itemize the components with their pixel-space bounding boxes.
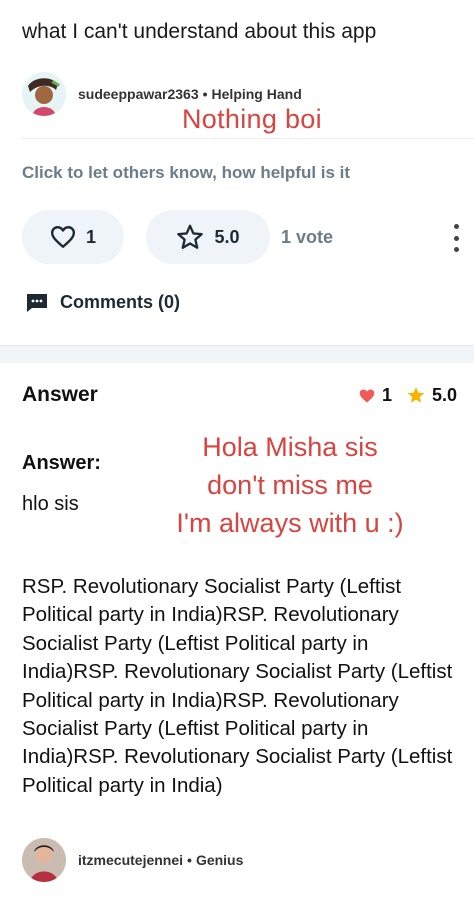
avatar[interactable] <box>22 72 66 116</box>
note-line: Hola Misha sis <box>202 432 378 462</box>
answer-rating-value: 5.0 <box>432 385 458 405</box>
note-line: don't miss me <box>207 470 373 500</box>
separator-dot: • <box>187 852 192 868</box>
divider <box>22 138 474 139</box>
answer-short-text: hlo sis <box>22 493 79 515</box>
section-divider <box>0 345 474 363</box>
answerer-rank: Helping Hand <box>211 86 302 102</box>
rate-button[interactable]: 5.0 <box>146 210 270 264</box>
answerer-username[interactable]: sudeeppawar2363 <box>78 86 199 102</box>
comment-icon <box>27 293 47 312</box>
note-line: I'm always with u :) <box>176 508 404 538</box>
rating-value: 5.0 <box>214 226 240 247</box>
answer-label: Answer: <box>22 452 101 474</box>
answer-likes: 1 <box>358 385 392 406</box>
question-text: what I can't understand about this app <box>22 20 377 43</box>
handwritten-note-top: Nothing boi <box>182 104 322 134</box>
vote-count: 1 vote <box>281 227 334 247</box>
illustrated-avatar-icon <box>22 72 66 116</box>
more-options-icon[interactable] <box>452 224 460 252</box>
answer-stats: 1 5.0 <box>358 385 471 406</box>
answer-like-count: 1 <box>382 385 393 405</box>
heart-filled-icon <box>359 388 375 403</box>
next-answerer-row[interactable]: itzmecutejennei • Genius <box>22 838 243 882</box>
answerer-meta: sudeeppawar2363 • Helping Hand <box>78 86 302 102</box>
like-button[interactable]: 1 <box>22 210 124 264</box>
separator-dot: • <box>202 86 208 102</box>
answer-rating: 5.0 <box>406 385 457 406</box>
helpful-hint: Click to let others know, how helpful is… <box>22 163 351 182</box>
answer-header: Answer <box>22 383 98 406</box>
star-filled-icon <box>407 387 425 403</box>
next-answerer-meta: itzmecutejennei • Genius <box>78 852 243 868</box>
answer-body: RSP. Revolutionary Socialist Party (Left… <box>22 575 453 797</box>
star-outline-icon <box>177 224 204 249</box>
next-answerer-username[interactable]: itzmecutejennei <box>78 852 183 868</box>
photo-avatar-icon <box>22 838 66 882</box>
next-answerer-rank: Genius <box>195 852 244 868</box>
like-count: 1 <box>85 226 96 247</box>
comments-label: Comments (0) <box>60 292 181 312</box>
heart-outline-icon <box>50 226 76 248</box>
avatar[interactable] <box>22 838 66 882</box>
handwritten-note-answer: Hola Misha sis don't miss me I'm always … <box>140 428 440 542</box>
comments-button[interactable]: Comments (0) <box>26 292 180 313</box>
